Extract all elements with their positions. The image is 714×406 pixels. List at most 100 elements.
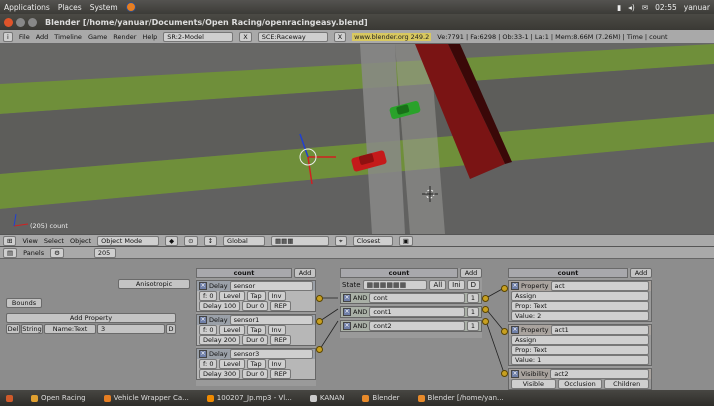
controller-state-field[interactable]: 1 (466, 307, 479, 317)
actuator-type[interactable]: Property (521, 282, 549, 290)
blender-link[interactable]: www.blender.org 249.2 (352, 32, 432, 41)
controller-state-field[interactable]: 1 (466, 321, 479, 331)
sensor-level-toggle[interactable]: Level (219, 359, 245, 369)
menu-select[interactable]: Select (44, 237, 64, 245)
draw-type-icon[interactable]: ◆ (165, 235, 179, 246)
occlusion-toggle[interactable]: Occlusion (557, 379, 603, 389)
remove-controller-icon[interactable]: × (343, 294, 351, 302)
delete-scene-button[interactable]: X (333, 31, 347, 42)
snap-selector[interactable]: Closest (352, 235, 393, 246)
render-icon[interactable]: ▣ (398, 235, 413, 246)
menu-timeline[interactable]: Timeline (54, 33, 82, 41)
sensor-duration-field[interactable]: Dur 0 (242, 369, 269, 379)
delete-screen-button[interactable]: X (239, 31, 252, 42)
sensor-output-pin[interactable] (316, 295, 323, 302)
state-buttons[interactable]: ▦▦▦▦▦▦ (362, 280, 428, 290)
layer-buttons[interactable]: ▦▦▦ (271, 235, 330, 246)
menu-view[interactable]: View (22, 237, 37, 245)
sensor-output-pin[interactable] (316, 318, 323, 325)
remove-sensor-icon[interactable]: × (199, 350, 207, 358)
volume-icon[interactable]: ◂) (628, 3, 635, 12)
sensor-repeat-toggle[interactable]: REP (270, 301, 291, 311)
property-debug-toggle[interactable]: D (166, 324, 176, 334)
scene-selector[interactable]: SCE:Raceway (257, 31, 328, 42)
remove-controller-icon[interactable]: × (343, 308, 351, 316)
actuator-type[interactable]: Visibility (521, 370, 548, 378)
sensor-type[interactable]: Delay (209, 350, 228, 358)
sensor-tap-toggle[interactable]: Tap (246, 325, 266, 335)
menu-help[interactable]: Help (142, 33, 157, 41)
remove-sensor-icon[interactable]: × (199, 282, 207, 290)
clock[interactable]: 02:55 (655, 3, 677, 12)
actuator-name-field[interactable]: act (550, 281, 649, 291)
controller-name-field[interactable]: cont (369, 293, 465, 303)
controller-type[interactable]: AND (353, 322, 367, 330)
task-firefox[interactable]: Vehicle Wrapper Ca... (103, 394, 189, 402)
sensor-level-toggle[interactable]: Level (219, 325, 245, 335)
close-window-button[interactable] (4, 17, 13, 27)
sensor-frequency-field[interactable]: f: 0 (199, 291, 218, 301)
remove-actuator-icon[interactable]: × (511, 282, 519, 290)
task-vlc[interactable]: 100207_Jp.mp3 - Vl... (206, 394, 292, 402)
menu-applications[interactable]: Applications (4, 3, 50, 12)
manipulator-icon[interactable]: ↕ (203, 235, 218, 246)
sensor-inv-toggle[interactable]: Inv (267, 359, 286, 369)
network-icon[interactable]: ▮ (617, 3, 621, 12)
maximize-window-button[interactable] (28, 17, 37, 27)
3d-viewport[interactable]: (205) count (0, 44, 714, 234)
sensor-duration-field[interactable]: Dur 0 (242, 335, 269, 345)
task-open-racing[interactable]: Open Racing (31, 394, 86, 402)
state-ini-button[interactable]: Ini (448, 280, 465, 290)
sensor-frequency-field[interactable]: f: 0 (199, 359, 218, 369)
remove-actuator-icon[interactable]: × (511, 370, 519, 378)
logic-context-icon[interactable]: ⚙ (50, 247, 64, 258)
controller-type[interactable]: AND (353, 294, 367, 302)
panels-menu[interactable]: Panels (23, 249, 44, 257)
sensor-frequency-field[interactable]: f: 0 (199, 325, 218, 335)
children-toggle[interactable]: Children (604, 379, 650, 389)
actuator-mode-select[interactable]: Assign (511, 335, 649, 345)
actuator-value-field[interactable]: Value: 2 (511, 311, 649, 321)
sensor-tap-toggle[interactable]: Tap (246, 359, 266, 369)
menu-add[interactable]: Add (36, 33, 49, 41)
delete-property-button[interactable]: Del (6, 324, 20, 334)
sensor-delay-field[interactable]: Delay 200 (199, 335, 241, 345)
controller-type[interactable]: AND (353, 308, 367, 316)
screen-selector[interactable]: SR:2-Model (163, 31, 234, 42)
menu-object[interactable]: Object (70, 237, 91, 245)
property-value-field[interactable]: 3 (97, 324, 165, 334)
info-window-icon[interactable]: i (3, 31, 13, 42)
menu-system[interactable]: System (90, 3, 118, 12)
show-desktop-icon[interactable] (6, 394, 13, 402)
sensor-tap-toggle[interactable]: Tap (246, 291, 266, 301)
minimize-window-button[interactable] (16, 17, 25, 27)
add-sensor-button[interactable]: Add (294, 268, 316, 278)
controller-state-field[interactable]: 1 (466, 293, 479, 303)
actuator-name-field[interactable]: act1 (550, 325, 649, 335)
property-type-select[interactable]: String (21, 324, 43, 334)
frame-field[interactable]: 205 (93, 247, 116, 258)
sensor-repeat-toggle[interactable]: REP (270, 335, 291, 345)
buttons-window-icon[interactable]: ▤ (3, 247, 18, 258)
sensor-output-pin[interactable] (316, 346, 323, 353)
anisotropic-button[interactable]: Anisotropic (118, 279, 190, 289)
task-kanan[interactable]: KANAN (309, 394, 344, 402)
bounds-button[interactable]: Bounds (6, 298, 42, 308)
sensor-delay-field[interactable]: Delay 100 (199, 301, 241, 311)
sensor-level-toggle[interactable]: Level (219, 291, 245, 301)
actuator-input-pin[interactable] (501, 370, 508, 377)
state-debug-button[interactable]: D (466, 280, 480, 290)
actuator-input-pin[interactable] (501, 328, 508, 335)
remove-controller-icon[interactable]: × (343, 322, 351, 330)
add-actuator-button[interactable]: Add (630, 268, 652, 278)
state-all-button[interactable]: All (429, 280, 447, 290)
remove-actuator-icon[interactable]: × (511, 326, 519, 334)
sensor-name-field[interactable]: sensor3 (229, 349, 313, 359)
controller-output-pin[interactable] (482, 295, 489, 302)
controller-output-pin[interactable] (482, 318, 489, 325)
actuator-type[interactable]: Property (521, 326, 549, 334)
actuator-input-pin[interactable] (501, 285, 508, 292)
property-name-field[interactable]: Name:Text (44, 324, 96, 334)
orientation-selector[interactable]: Global (223, 235, 266, 246)
remove-sensor-icon[interactable]: × (199, 316, 207, 324)
